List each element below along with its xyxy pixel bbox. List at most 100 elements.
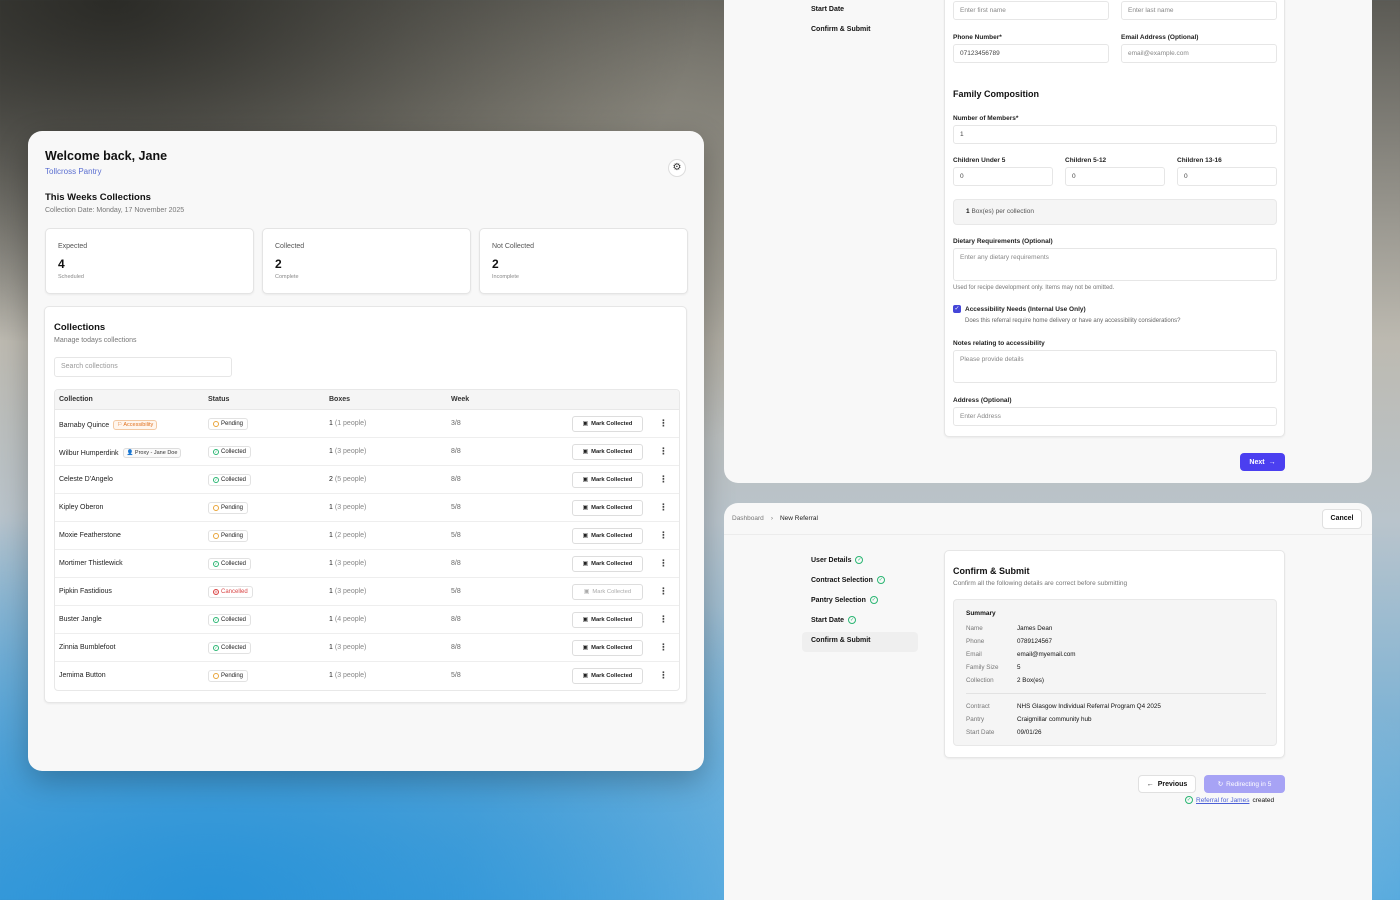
children-5-12-input[interactable]: 0 [1065,167,1165,186]
more-options-icon[interactable]: ⋮ [659,502,668,513]
status-icon [213,673,219,679]
status-icon: ✓ [213,561,219,567]
next-button[interactable]: Next → [1240,453,1285,471]
status-badge: ✓ Collected [208,642,252,654]
pantry-name[interactable]: Tollcross Pantry [45,167,101,176]
mark-label: Mark Collected [591,645,633,651]
members-label: Number of Members* [953,115,1019,122]
box-icon: ▣ [582,505,589,511]
email-input[interactable]: email@example.com [1121,44,1277,63]
children-under5-label: Children Under 5 [953,157,1006,164]
col-collection[interactable]: Collection [59,396,93,403]
mark-collected-button[interactable]: ▣ Mark Collected [572,500,643,516]
status-icon [213,421,219,427]
step-pantry-selection[interactable]: Pantry Selection ✓ [811,596,878,604]
week-cell: 5/8 [451,588,461,595]
mark-collected-button[interactable]: ▣ Mark Collected [572,444,643,460]
more-options-icon[interactable]: ⋮ [659,474,668,485]
summary-value: 09/01/26 [1017,729,1042,736]
mark-label: Mark Collected [591,561,633,567]
address-input[interactable]: Enter Address [953,407,1277,426]
tag-label: Accessibility [123,422,154,428]
week-cell: 8/8 [451,476,461,483]
col-week[interactable]: Week [451,396,469,403]
mark-collected-button[interactable]: ▣ Mark Collected [572,472,643,488]
referral-link[interactable]: Referral for James [1196,797,1249,804]
col-status[interactable]: Status [208,396,229,403]
step-label: Pantry Selection [811,596,866,604]
collection-cell: Moxie Featherstone [59,532,121,539]
check-circle-icon: ✓ [1185,796,1193,804]
more-options-icon[interactable]: ⋮ [659,586,668,597]
accessibility-desc: Does this referral require home delivery… [965,318,1181,324]
accessibility-checkbox[interactable]: ✓ [953,305,961,313]
week-cell: 5/8 [451,672,461,679]
more-options-icon[interactable]: ⋮ [659,670,668,681]
status-icon [213,505,219,511]
stat-not-collected: Not Collected 2 Incomplete [479,228,688,294]
mark-collected-button[interactable]: ▣ Mark Collected [572,668,643,684]
last-name-input[interactable]: Enter last name [1121,1,1277,20]
collection-name: Pipkin Fastidious [59,588,112,595]
mark-collected-button[interactable]: ▣ Mark Collected [572,556,643,572]
table-row: Celeste D'Angelo ✓ Collected 2 (5 people) 8/… [55,466,679,494]
mark-collected-button[interactable]: ▣ Mark Collected [572,416,643,432]
stat-caption: Complete [275,274,299,280]
dietary-input[interactable]: Enter any dietary requirements [953,248,1277,281]
mark-collected-button[interactable]: ▣ Mark Collected [572,640,643,656]
dietary-note: Used for recipe development only. Items … [953,285,1115,291]
table-row: Barnaby Quince ⚐ Accessibility Pending 1 (1… [55,410,679,438]
mark-collected-button[interactable]: ▣ Mark Collected [572,528,643,544]
people-count: (2 people) [334,532,367,539]
more-options-icon[interactable]: ⋮ [659,642,668,653]
mark-label: Mark Collected [591,617,633,623]
cancel-button[interactable]: Cancel [1322,509,1362,529]
more-options-icon[interactable]: ⋮ [659,418,668,429]
status-badge: Pending [208,530,249,542]
summary-key: Contract [966,703,990,710]
redirect-label: Redirecting in 5 [1226,780,1272,788]
box-text: Box(es) per collection [971,208,1034,215]
week-cell: 8/8 [451,644,461,651]
next-label: Next [1249,458,1265,466]
step-contract-selection[interactable]: Contract Selection ✓ [811,576,885,584]
step-start-date[interactable]: Start Date ✓ [811,616,857,624]
box-icon: ▣ [582,533,589,539]
boxes-cell: 1 (3 people) [329,504,366,511]
box-count: 1 [329,672,333,679]
status-badge: ✓ Collected [208,446,252,458]
summary-key: Collection [966,677,994,684]
step-confirm-submit[interactable]: Confirm & Submit [811,26,871,33]
members-input[interactable]: 1 [953,125,1277,144]
step-start-date[interactable]: Start Date [811,6,844,13]
status-badge: Pending [208,670,249,682]
status-icon: ✓ [213,645,219,651]
stat-caption: Scheduled [58,274,84,280]
mark-collected-button[interactable]: ▣ Mark Collected [572,612,643,628]
status-badge: ✓ Collected [208,558,252,570]
breadcrumb-dashboard[interactable]: Dashboard [732,515,764,522]
previous-button[interactable]: ← Previous [1138,775,1196,793]
col-boxes[interactable]: Boxes [329,396,350,403]
status-label: Collected [221,449,247,455]
more-options-icon[interactable]: ⋮ [659,446,668,457]
settings-icon[interactable]: ⚙ [668,159,686,177]
children-under5-input[interactable]: 0 [953,167,1053,186]
phone-input[interactable]: 07123456789 [953,44,1109,63]
collections-table: Collection Status Boxes Week Barnaby Qui… [54,389,680,691]
more-options-icon[interactable]: ⋮ [659,614,668,625]
status-badge: ✓ Collected [208,474,252,486]
more-options-icon[interactable]: ⋮ [659,530,668,541]
children-13-16-input[interactable]: 0 [1177,167,1277,186]
search-input[interactable]: Search collections [54,357,232,377]
status-badge: × Cancelled [208,586,253,598]
first-name-input[interactable]: Enter first name [953,1,1109,20]
notes-input[interactable]: Please provide details [953,350,1277,383]
status-badge: Pending [208,418,249,430]
week-cell: 8/8 [451,448,461,455]
step-confirm-submit[interactable]: Confirm & Submit [811,637,871,644]
row-tag: ⚐ Accessibility [113,420,158,430]
mark-label: Mark Collected [591,673,633,679]
step-user-details[interactable]: User Details ✓ [811,556,864,564]
more-options-icon[interactable]: ⋮ [659,558,668,569]
